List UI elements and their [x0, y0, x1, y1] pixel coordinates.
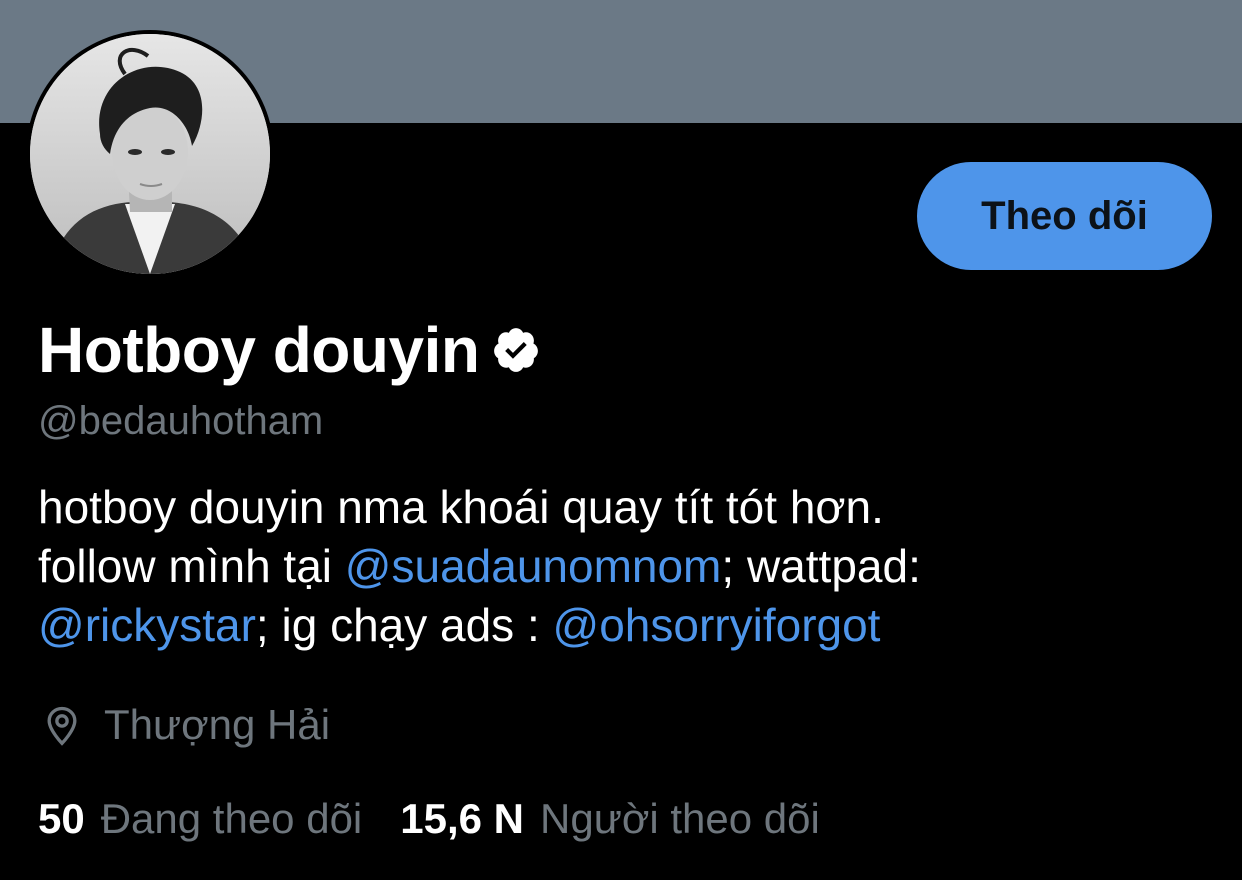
following-label: Đang theo dõi [100, 795, 363, 842]
following-stat-link[interactable]: 50 Đang theo dõi [38, 792, 362, 846]
profile-page: Theo dõi Hotboy douyin @bedauhotham hotb… [0, 0, 1242, 880]
mention-link-ohsorryiforgot[interactable]: @ohsorryiforgot [553, 599, 881, 651]
follow-stats: 50 Đang theo dõi 15,6 N Người theo dõi [38, 792, 820, 846]
profile-avatar[interactable] [26, 30, 274, 278]
mention-link-rickystar[interactable]: @rickystar [38, 599, 256, 651]
mention-link-suadaunomnom[interactable]: @suadaunomnom [345, 540, 722, 592]
bio-line-1: hotboy douyin nma khoái quay tít tót hơn… [38, 481, 884, 533]
bio-text: ; ig chạy ads : [255, 599, 553, 651]
followers-label: Người theo dõi [540, 795, 820, 842]
location-pin-icon [40, 702, 84, 748]
followers-count: 15,6 N [400, 795, 525, 842]
bio-text: follow mình tại [38, 540, 345, 592]
bio-line-2: follow mình tại @suadaunomnom; wattpad: [38, 537, 1218, 596]
follow-button[interactable]: Theo dõi [917, 162, 1212, 270]
bio-line-3: @rickystar; ig chạy ads : @ohsorryiforgo… [38, 596, 1218, 655]
location-text: Thượng Hải [104, 701, 331, 748]
followers-stat-link[interactable]: 15,6 N Người theo dõi [400, 792, 820, 846]
avatar-image [30, 34, 270, 274]
profile-bio: hotboy douyin nma khoái quay tít tót hơn… [38, 478, 1218, 655]
following-count: 50 [38, 795, 85, 842]
name-row: Hotboy douyin [38, 312, 541, 388]
verified-badge-icon [491, 325, 541, 375]
bio-text: ; wattpad: [721, 540, 921, 592]
display-name: Hotboy douyin [38, 314, 480, 386]
profile-handle: @bedauhotham [38, 399, 324, 443]
profile-location: Thượng Hải [40, 698, 330, 752]
